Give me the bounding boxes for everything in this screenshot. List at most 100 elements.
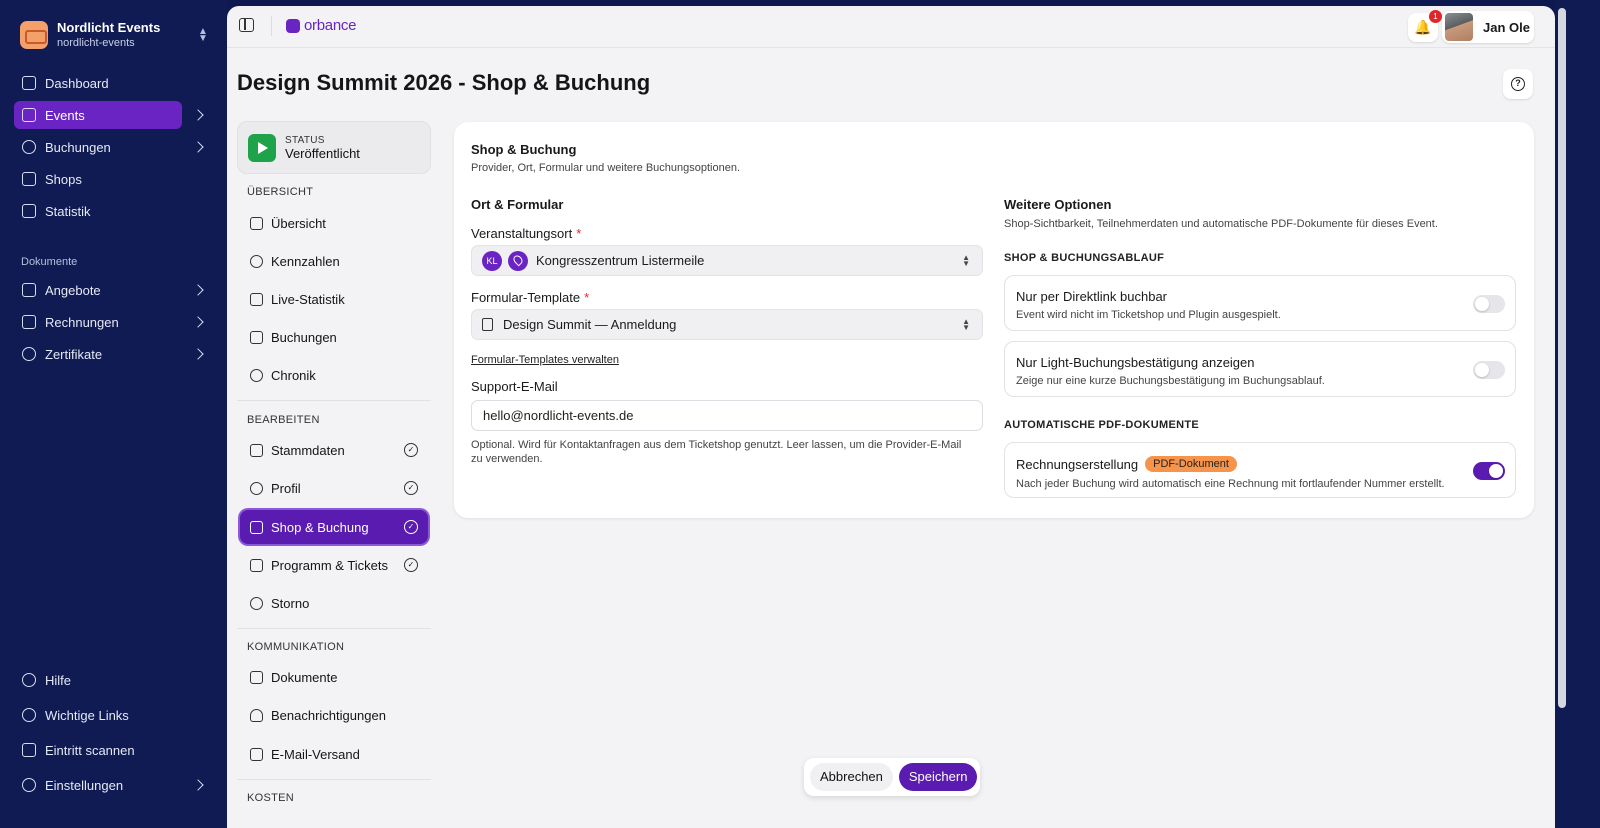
subnav-section-communication: KOMMUNIKATION xyxy=(247,641,345,653)
option-title: Rechnungserstellung xyxy=(1016,456,1139,472)
file-text-icon xyxy=(482,318,493,331)
nav-dashboard[interactable]: Dashboard xyxy=(14,69,182,97)
event-status-card[interactable]: STATUS Veröffentlicht xyxy=(237,121,431,174)
nav-statistik[interactable]: Statistik xyxy=(14,197,182,225)
nav-label: Rechnungen xyxy=(45,314,119,330)
subnav-shop-buchung[interactable]: Shop & Buchung ✓ xyxy=(240,510,428,544)
play-icon xyxy=(248,133,276,162)
nav-angebote[interactable]: Angebote xyxy=(14,276,204,304)
subnav-stammdaten[interactable]: Stammdaten ✓ xyxy=(240,433,428,467)
nav-events[interactable]: Events xyxy=(14,101,204,129)
chevron-right-icon xyxy=(192,109,204,121)
nav-zertifikate[interactable]: Zertifikate xyxy=(14,340,204,368)
brand-mark-icon xyxy=(286,18,300,33)
check-circle-icon: ✓ xyxy=(404,443,418,457)
map-pin-icon xyxy=(508,250,528,271)
scrollbar[interactable] xyxy=(1558,8,1566,708)
org-logo xyxy=(20,21,48,49)
save-button[interactable]: Speichern xyxy=(898,763,978,791)
subnav-label: Kennzahlen xyxy=(271,253,340,269)
option-light-confirmation: Nur Light-Buchungsbestätigung anzeigen Z… xyxy=(1004,341,1516,397)
status-value: Veröffentlicht xyxy=(285,145,360,161)
subnav-profil[interactable]: Profil ✓ xyxy=(240,471,428,505)
subnav-section-edit: BEARBEITEN xyxy=(247,414,320,426)
nav-label: Einstellungen xyxy=(45,777,124,793)
org-switcher[interactable]: Nordlicht Events nordlicht-events ▲ ▼ xyxy=(20,18,210,52)
settings-icon xyxy=(22,778,36,792)
subnav-email-versand[interactable]: E-Mail-Versand xyxy=(240,737,428,771)
topbar: orbance 🔔 1 Jan Ole xyxy=(227,6,1555,48)
bell-icon xyxy=(250,708,263,722)
venue-value: Kongresszentrum Listermeile xyxy=(536,253,705,268)
nav-label: Angebote xyxy=(45,282,101,298)
subnav-label: Übersicht xyxy=(271,215,326,231)
light-confirmation-toggle[interactable] xyxy=(1473,361,1505,379)
subnav-section-costs: KOSTEN xyxy=(247,792,295,804)
direct-link-toggle[interactable] xyxy=(1473,295,1505,313)
subnav-kennzahlen[interactable]: Kennzahlen xyxy=(240,244,428,278)
home-icon xyxy=(22,76,36,90)
nav-label: Statistik xyxy=(45,203,91,219)
gauge-icon xyxy=(250,254,263,268)
chevron-right-icon xyxy=(192,316,204,328)
chevrons-up-down-icon: ▲ ▼ xyxy=(198,26,208,44)
template-label: Formular-Template * xyxy=(471,290,590,305)
store-icon xyxy=(22,172,36,186)
nav-hilfe[interactable]: Hilfe xyxy=(14,666,182,694)
option-title: Nur Light-Buchungsbestätigung anzeigen xyxy=(1016,355,1255,370)
chevron-right-icon xyxy=(192,348,204,360)
ticket-icon xyxy=(250,330,263,344)
subnav-label: E-Mail-Versand xyxy=(271,746,360,762)
file-text-icon xyxy=(250,670,263,684)
support-email-input[interactable]: hello@nordlicht-events.de xyxy=(471,400,983,431)
subnav-label: Programm & Tickets xyxy=(271,557,389,573)
calendar-icon xyxy=(250,558,263,572)
shop-booking-card: Shop & Buchung Provider, Ort, Formular u… xyxy=(454,122,1534,518)
more-options-description: Shop-Sichtbarkeit, Teilnehmerdaten und a… xyxy=(1004,218,1438,230)
action-bar: Abbrechen Speichern xyxy=(804,758,980,796)
nav-eintritt-scannen[interactable]: Eintritt scannen xyxy=(14,736,182,764)
manage-templates-link[interactable]: Formular-Templates verwalten xyxy=(471,354,619,366)
mail-icon xyxy=(250,747,263,761)
chevron-right-icon xyxy=(192,284,204,296)
subnav-programm-tickets[interactable]: Programm & Tickets ✓ xyxy=(240,548,428,582)
subnav-label: Live-Statistik xyxy=(271,291,345,307)
pdf-documents-section: AUTOMATISCHE PDF-DOKUMENTE xyxy=(1004,419,1199,431)
subnav-benachrichtigungen[interactable]: Benachrichtigungen xyxy=(240,698,428,732)
option-text: Zeige nur eine kurze Buchungsbestätigung… xyxy=(1016,375,1325,387)
notifications-button[interactable]: 🔔 1 xyxy=(1408,10,1442,42)
subnav-uebersicht[interactable]: Übersicht xyxy=(240,206,428,240)
user-menu[interactable]: Jan Ole xyxy=(1442,11,1534,43)
invoice-toggle[interactable] xyxy=(1473,462,1505,480)
brand-logo[interactable]: orbance xyxy=(286,17,356,34)
venue-select[interactable]: KL Kongresszentrum Listermeile ▲ ▼ xyxy=(471,245,983,276)
history-icon xyxy=(250,368,263,382)
help-circle-icon: ? xyxy=(1511,77,1525,91)
subnav-chronik[interactable]: Chronik xyxy=(240,358,428,392)
sliders-icon xyxy=(250,443,263,457)
nav-label: Eintritt scannen xyxy=(45,742,135,758)
bar-chart-icon xyxy=(250,292,263,306)
template-select[interactable]: Design Summit — Anmeldung ▲ ▼ xyxy=(471,309,983,340)
nav-wichtige-links[interactable]: Wichtige Links xyxy=(14,701,182,729)
option-text: Nach jeder Buchung wird automatisch eine… xyxy=(1016,478,1445,490)
subnav-dokumente[interactable]: Dokumente xyxy=(240,660,428,694)
nav-einstellungen[interactable]: Einstellungen xyxy=(14,771,204,799)
award-icon xyxy=(22,347,36,361)
nav-section-documents: Dokumente xyxy=(21,256,78,268)
cancel-button[interactable]: Abbrechen xyxy=(810,763,893,791)
nav-rechnungen[interactable]: Rechnungen xyxy=(14,308,204,336)
divider xyxy=(271,16,272,36)
venue-initials-badge: KL xyxy=(482,250,502,271)
subnav-buchungen[interactable]: Buchungen xyxy=(240,320,428,354)
subnav-label: Profil xyxy=(271,480,301,496)
shop-flow-section: SHOP & BUCHUNGSABLAUF xyxy=(1004,252,1165,264)
sidebar-toggle-icon[interactable] xyxy=(239,18,254,32)
nav-buchungen[interactable]: Buchungen xyxy=(14,133,204,161)
subnav-storno[interactable]: Storno xyxy=(240,586,428,620)
subnav-live-statistik[interactable]: Live-Statistik xyxy=(240,282,428,316)
chevrons-up-down-icon: ▲ ▼ xyxy=(962,252,970,268)
nav-shops[interactable]: Shops xyxy=(14,165,182,193)
help-button[interactable]: ? xyxy=(1503,69,1533,99)
subnav-label: Chronik xyxy=(271,367,316,383)
